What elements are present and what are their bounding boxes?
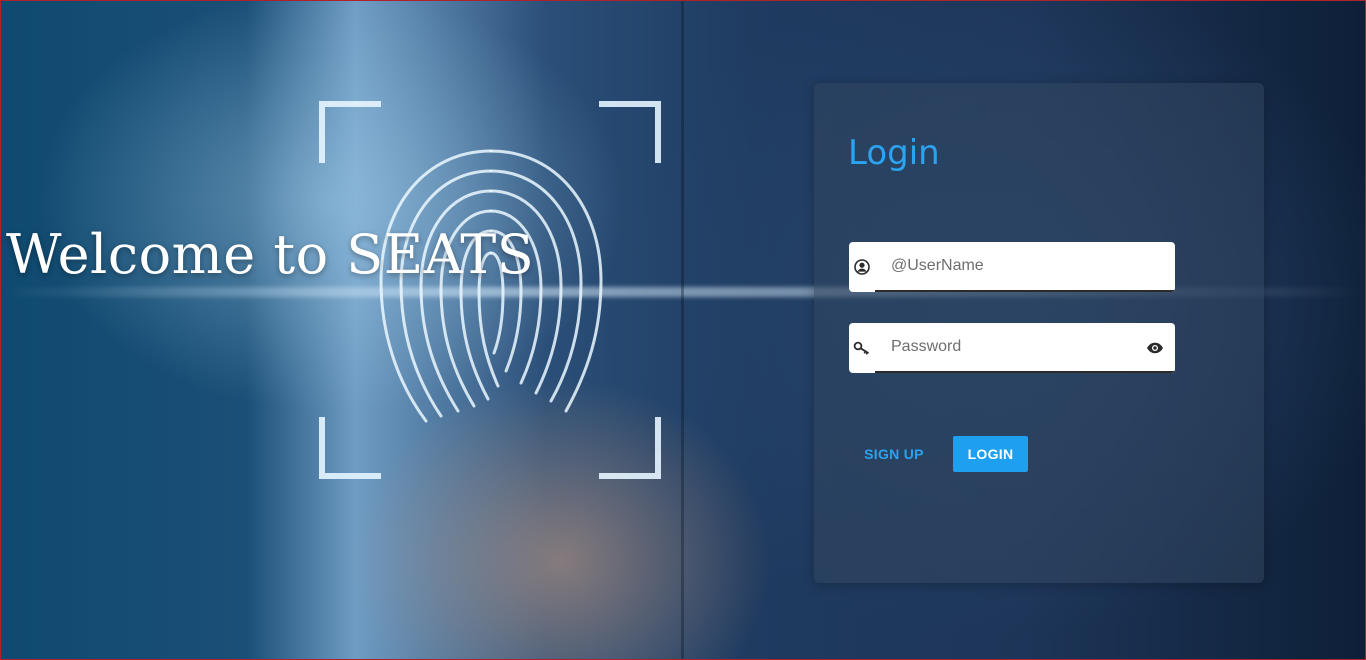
fingerprint-icon xyxy=(379,149,603,423)
background-image: Welcome to SEATS Login @UserName SIGN UP… xyxy=(0,0,1366,660)
login-card: Login @UserName SIGN UP LOGIN xyxy=(814,83,1264,583)
login-button[interactable]: LOGIN xyxy=(953,436,1028,472)
password-input[interactable] xyxy=(891,323,1131,371)
login-title: Login xyxy=(848,133,940,173)
image-seam xyxy=(681,1,684,659)
signup-button[interactable]: SIGN UP xyxy=(854,436,934,472)
eye-icon[interactable] xyxy=(1143,336,1167,360)
user-icon xyxy=(849,242,875,292)
username-field xyxy=(849,242,1175,292)
username-input[interactable] xyxy=(891,242,1131,290)
welcome-heading: Welcome to SEATS xyxy=(6,223,535,286)
key-icon xyxy=(849,323,875,373)
password-field xyxy=(849,323,1175,373)
